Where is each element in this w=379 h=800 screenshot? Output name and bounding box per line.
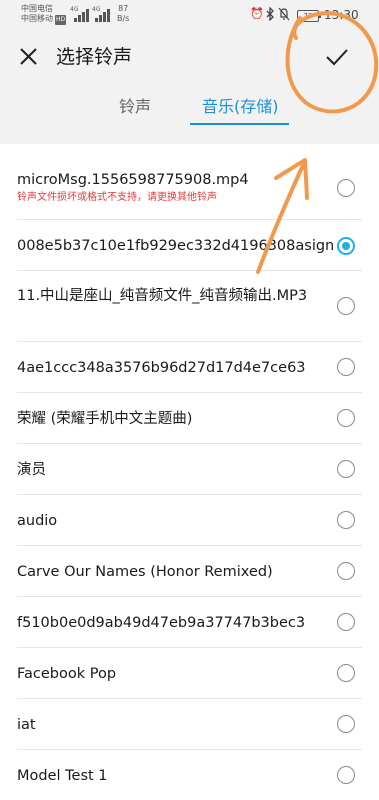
list-item[interactable]: Model Test 1 [0,750,379,800]
status-bar: 中国电信 中国移动 HD 4G 4G 87 B/s ⏰ 72 13:30 [0,0,379,30]
speed-value: 87 [118,4,129,13]
confirm-button[interactable] [320,42,354,72]
radio-button[interactable] [337,460,355,478]
battery-icon: 72 [297,10,321,22]
ringtone-list[interactable]: microMsg.1556598775908.mp4 铃声文件损坏或格式不支持，… [0,144,379,800]
tab-music-storage[interactable]: 音乐(存储) [202,96,279,118]
list-item-name: 演员 [17,462,46,478]
list-item-name: Carve Our Names (Honor Remixed) [17,564,273,580]
clock: 13:30 [324,8,359,22]
network-speed: 87 B/s [117,4,129,24]
bluetooth-icon [265,6,275,24]
list-item-name: microMsg.1556598775908.mp4 [17,172,249,188]
alarm-icon: ⏰ [250,7,264,20]
list-item[interactable]: 11.中山是座山_纯音频文件_纯音频输出.MP3 [0,271,379,342]
list-item[interactable]: Carve Our Names (Honor Remixed) [0,546,379,597]
speed-unit: B/s [117,14,130,23]
radio-button[interactable] [337,511,355,529]
signal-icon [74,8,92,22]
radio-button[interactable] [337,409,355,427]
list-item-name: iat [17,717,36,733]
radio-button[interactable] [337,613,355,631]
list-item[interactable]: microMsg.1556598775908.mp4 铃声文件损坏或格式不支持，… [0,144,379,220]
app-header: 选择铃声 [0,30,379,86]
mute-icon [278,7,290,24]
radio-button[interactable] [337,664,355,682]
list-item-name: 4ae1ccc348a3576b96d27d17d4e7ce63 [17,360,306,376]
carrier-2: 中国移动 [21,14,53,23]
list-item[interactable]: 荣耀 (荣耀手机中文主题曲) [0,393,379,444]
hd-badge: HD [55,15,67,25]
radio-button[interactable] [337,562,355,580]
radio-button[interactable] [337,766,355,784]
list-item-name: 荣耀 (荣耀手机中文主题曲) [17,411,193,427]
list-item-name: audio [17,513,58,529]
signal-icon [95,8,113,22]
radio-button[interactable] [337,715,355,733]
list-item-name: Facebook Pop [17,666,117,682]
list-item[interactable]: 4ae1ccc348a3576b96d27d17d4e7ce63 [0,342,379,393]
check-icon [326,49,348,66]
radio-button[interactable] [337,179,355,197]
carrier-info: 中国电信 中国移动 HD [21,4,67,25]
tab-bar: 铃声 音乐(存储) [0,86,379,132]
radio-button[interactable] [337,297,355,315]
list-item[interactable]: iat [0,699,379,750]
list-item-name: 11.中山是座山_纯音频文件_纯音频输出.MP3 [17,288,308,304]
close-button[interactable] [14,42,44,72]
list-item-name: Model Test 1 [17,768,108,784]
active-tab-indicator [190,123,289,125]
carrier-1: 中国电信 [21,4,53,13]
list-item[interactable]: f510b0e0d9ab49d47eb9a37747b3bec3 [0,597,379,648]
list-item[interactable]: 演员 [0,444,379,495]
list-item-name: 008e5b37c10e1fb929ec332d4196308asign [17,238,335,254]
list-item[interactable]: audio [0,495,379,546]
close-icon [20,48,37,65]
list-item[interactable]: Facebook Pop [0,648,379,699]
page-title: 选择铃声 [56,46,133,68]
list-item-error: 铃声文件损坏或格式不支持，请更换其他铃声 [17,192,217,203]
list-item[interactable]: 008e5b37c10e1fb929ec332d4196308asign [0,220,379,271]
tab-ringtones[interactable]: 铃声 [119,96,151,118]
radio-button-selected[interactable] [337,237,355,255]
list-item-name: f510b0e0d9ab49d47eb9a37747b3bec3 [17,615,306,631]
radio-button[interactable] [337,358,355,376]
